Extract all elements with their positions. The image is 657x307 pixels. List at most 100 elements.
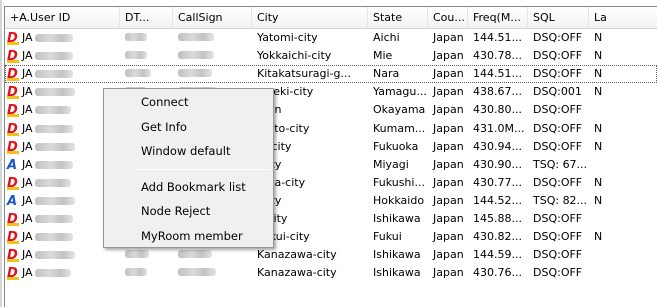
- cell-callsign: [173, 246, 252, 264]
- cell-last: N: [594, 49, 603, 63]
- cell-country: Japan: [433, 139, 464, 153]
- table-row[interactable]: JA Yokkaichi-city Mie Japan 430.78... DSQ:OFF…: [5, 47, 657, 65]
- cell-state: Okayama: [373, 103, 426, 117]
- cell-state: Ishikawa: [373, 266, 421, 280]
- redacted-user-id: [34, 88, 75, 97]
- cell-sql: DSQ:OFF: [533, 211, 583, 225]
- analog-node-icon: [7, 193, 19, 210]
- cell-user-id: JA: [5, 246, 120, 264]
- cell-last: N: [594, 193, 603, 207]
- table-row[interactable]: JA Kitakatsuragi-g... Nara Japan 144.51... DS…: [5, 65, 657, 84]
- cell-freq: 144.51...: [473, 67, 522, 81]
- cell-sql: DSQ:OFF: [533, 67, 583, 81]
- redacted-callsign: [178, 250, 212, 259]
- user-id-text: JA: [22, 121, 33, 135]
- cell-callsign: [173, 65, 252, 83]
- cell-state: Ishikawa: [373, 248, 421, 262]
- cell-last: N: [594, 85, 603, 99]
- redacted-dt: [125, 51, 147, 60]
- cell-sql: TSQ: 67...: [533, 157, 588, 171]
- menu-separator: [136, 168, 270, 170]
- column-header-last[interactable]: La: [589, 7, 657, 29]
- column-header-user-id[interactable]: +A.User ID: [5, 7, 120, 29]
- table-row[interactable]: JA Kanazawa-city Ishikawa Japan 144.59... DSQ…: [5, 246, 657, 264]
- cell-last: N: [594, 175, 603, 189]
- cell-last: N: [594, 230, 603, 244]
- cell-last: [589, 101, 657, 119]
- cell-dt: [120, 264, 173, 282]
- menu-item-connect[interactable]: Connect: [104, 90, 273, 115]
- cell-sql: DSQ:001: [533, 85, 582, 99]
- cell-freq: 430.94...: [473, 139, 522, 153]
- menu-item-myroom-member[interactable]: MyRoom member: [104, 224, 273, 249]
- column-header-state[interactable]: State: [368, 7, 428, 29]
- cell-country: Japan: [433, 211, 464, 225]
- cell-country: Japan: [433, 49, 464, 63]
- cell-last: N: [594, 31, 603, 45]
- cell-city: Yatomi-city: [257, 31, 318, 45]
- cell-state: Kumam...: [373, 121, 426, 135]
- cell-country: Japan: [433, 157, 464, 171]
- cell-state: Yamagu...: [373, 85, 427, 99]
- cell-state: Fukushi...: [373, 175, 425, 189]
- cell-dt: [120, 65, 173, 83]
- cell-country: Japan: [433, 230, 464, 244]
- cell-sql: DSQ:OFF: [533, 121, 583, 135]
- cell-freq: 430.78...: [473, 49, 522, 63]
- cell-last: [589, 156, 657, 174]
- digital-node-icon: [7, 229, 19, 246]
- cell-country: Japan: [433, 103, 464, 117]
- column-header-callsign[interactable]: CallSign: [173, 7, 252, 29]
- table-row[interactable]: JA Yatomi-city Aichi Japan 144.51... DSQ:OFF N: [5, 29, 657, 47]
- redacted-user-id: [34, 269, 71, 278]
- cell-sql: DSQ:OFF: [533, 230, 583, 244]
- table-row[interactable]: JA Kanazawa-city Ishikawa Japan 430.76... DSQ…: [5, 264, 657, 282]
- cell-dt: [120, 246, 173, 264]
- menu-item-add-bookmark[interactable]: Add Bookmark list: [104, 175, 273, 200]
- cell-sql: DSQ:OFF: [533, 266, 583, 280]
- user-id-text: JA: [22, 157, 33, 171]
- column-header-sql[interactable]: SQL: [528, 7, 589, 29]
- cell-state: Fukuoka: [373, 139, 419, 153]
- column-header-country[interactable]: Cou...: [428, 7, 468, 29]
- cell-dt: [120, 29, 173, 47]
- digital-node-icon: [7, 211, 19, 228]
- cell-city: Kanazawa-city: [257, 248, 337, 262]
- digital-node-icon: [7, 121, 19, 138]
- cell-state: Mie: [373, 49, 393, 63]
- cell-sql: DSQ:OFF: [533, 139, 583, 153]
- menu-item-window-default[interactable]: Window default: [104, 139, 273, 164]
- cell-country: Japan: [433, 175, 464, 189]
- column-header-dt[interactable]: DT...: [120, 7, 173, 29]
- cell-country: Japan: [433, 193, 464, 207]
- cell-state: Aichi: [373, 31, 400, 45]
- user-id-text: JA: [22, 31, 33, 45]
- redacted-user-id: [34, 142, 75, 151]
- column-header-city[interactable]: City: [252, 7, 368, 29]
- cell-last: N: [594, 67, 603, 81]
- user-id-text: JA: [22, 266, 33, 280]
- cell-freq: 431.0M...: [473, 121, 525, 135]
- user-id-text: JA: [22, 49, 33, 63]
- menu-item-node-reject[interactable]: Node Reject: [104, 199, 273, 224]
- redacted-user-id: [34, 70, 73, 79]
- cell-sql: DSQ:OFF: [533, 31, 583, 45]
- cell-state: Fukui: [373, 230, 402, 244]
- redacted-user-id: [34, 233, 73, 242]
- cell-sql: DSQ:OFF: [533, 49, 583, 63]
- cell-last: [589, 246, 657, 264]
- menu-item-get-info[interactable]: Get Info: [104, 115, 273, 140]
- node-list-grid[interactable]: +A.User ID DT... CallSign City State Cou…: [4, 6, 657, 307]
- redacted-dt: [125, 250, 149, 259]
- column-header-freq[interactable]: Freq(M...: [468, 7, 528, 29]
- cell-state: Nara: [373, 67, 400, 81]
- column-header-row: +A.User ID DT... CallSign City State Cou…: [5, 7, 657, 29]
- user-id-text: JA: [22, 103, 33, 117]
- redacted-user-id: [34, 251, 75, 260]
- redacted-user-id: [34, 178, 71, 187]
- cell-user-id: JA: [5, 29, 120, 47]
- redacted-user-id: [34, 196, 75, 205]
- cell-city: Yokkaichi-city: [257, 49, 332, 63]
- cell-country: Japan: [433, 121, 464, 135]
- cell-country: Japan: [433, 85, 464, 99]
